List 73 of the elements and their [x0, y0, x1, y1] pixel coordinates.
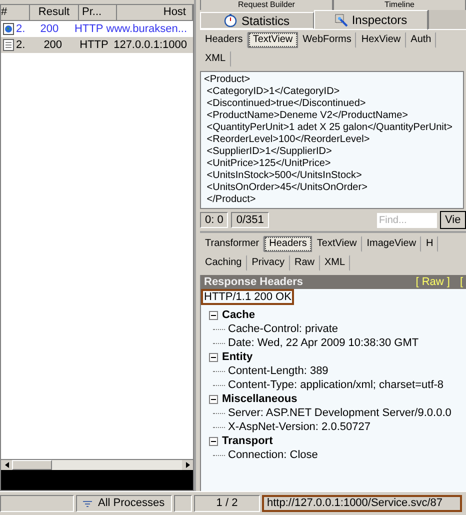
tab[interactable]: Statistics [200, 12, 314, 29]
tab[interactable]: Headers [264, 236, 312, 252]
tab[interactable]: Raw [290, 255, 320, 271]
table-cell-text: 200 [42, 38, 64, 53]
status-panel [174, 495, 192, 512]
right-arrow-icon [186, 462, 190, 468]
group-name[interactable]: Transport [222, 432, 273, 450]
xml-line: <UnitsOnOrder>45</UnitsOnOrder> [206, 182, 368, 194]
xml-line: <UnitsInStock>500</UnitsInStock> [206, 170, 363, 182]
xml-line: <Discontinued>true</Discontinued> [206, 98, 367, 110]
tab[interactable]: ImageView [362, 236, 422, 252]
collapse-icon[interactable] [209, 436, 218, 446]
collapse-icon[interactable] [209, 310, 218, 320]
xml-line: <CategoryID>1</CategoryID> [206, 86, 341, 98]
tab[interactable]: Caching [200, 255, 247, 271]
table-cell-text: 127.0.0.1:1000 [114, 38, 188, 53]
xml-line: <SupplierID>1</SupplierID> [206, 146, 333, 158]
xml-line: <QuantityPerUnit>1 adet X 25 galon</QuantityPerUnit> [206, 122, 454, 134]
table-cell-text: HTTP [73, 22, 104, 37]
tab[interactable]: XML [200, 51, 231, 67]
find-field[interactable]: Find... [377, 212, 437, 228]
header-entry: Server: ASP.NET Development Server/9.0.0.0 [228, 406, 452, 421]
table-cell-text: 2. [16, 38, 26, 53]
header-entry: X-AspNet-Version: 2.0.50727 [228, 420, 370, 435]
group-name[interactable]: Miscellaneous [222, 390, 298, 408]
left-arrow-icon [4, 462, 8, 468]
table-cell-text: www.buraksen... [106, 22, 188, 37]
filter-icon [83, 500, 92, 506]
header-entry: Connection: Close [228, 448, 318, 463]
collapse-icon[interactable] [209, 394, 218, 404]
view-button[interactable]: Vie [440, 211, 466, 229]
header-entry: Cache-Control: private [228, 322, 338, 337]
session-row[interactable]: 2. 200 HTTP 127.0.0.1:1000 [1, 37, 193, 53]
process-filter[interactable]: All Processes [76, 495, 172, 512]
raw-link[interactable]: [ [460, 274, 463, 290]
magic-wand-icon [334, 14, 348, 26]
header-entry: Content-Type: application/xml; charset=utf-8 [228, 378, 444, 393]
column-header[interactable]: Result [30, 5, 79, 20]
group-name[interactable]: Cache [222, 306, 256, 324]
table-cell-text: 2. [16, 22, 26, 37]
column-header[interactable]: # [1, 5, 30, 20]
raw-link[interactable]: [ Raw ] [416, 274, 450, 290]
tab[interactable]: TextView [248, 32, 298, 48]
tab[interactable]: WebForms [298, 32, 356, 48]
document-icon [3, 39, 14, 51]
tab[interactable]: TextView [312, 236, 362, 252]
tab[interactable]: HexView [356, 32, 406, 48]
tab[interactable]: Privacy [246, 255, 290, 271]
horizontal-scrollbar[interactable] [1, 459, 193, 470]
tab[interactable]: Inspectors [314, 10, 428, 30]
column-header[interactable]: Pr... [79, 5, 117, 20]
tab[interactable]: Auth [406, 32, 436, 48]
stopwatch-icon [224, 14, 238, 27]
xml-line: <Product> [204, 74, 252, 86]
xml-line: <ProductName>Deneme V2</ProductName> [206, 110, 409, 122]
url-display: http://127.0.0.1:1000/Service.svc/87 [262, 495, 462, 512]
header-entry: Date: Wed, 22 Apr 2009 10:38:30 GMT [228, 336, 419, 351]
xml-line: </Product> [206, 194, 257, 206]
table-cell-text: HTTP [78, 38, 110, 53]
section-title: Response Headers [204, 274, 304, 290]
table-cell-text: 200 [39, 22, 60, 37]
xml-line: <ReorderLevel>100</ReorderLevel> [206, 134, 371, 146]
header-entry: Content-Length: 389 [228, 364, 328, 379]
tab[interactable]: XML [320, 255, 350, 271]
group-name[interactable]: Entity [222, 348, 253, 366]
tab[interactable]: H [421, 236, 438, 252]
session-count: 1 / 2 [194, 495, 260, 512]
globe-icon [3, 23, 14, 35]
collapse-icon[interactable] [209, 352, 218, 362]
cursor-position: 0: 0 [200, 212, 228, 228]
xml-line: <UnitPrice>125</UnitPrice> [206, 158, 332, 170]
character-count: 0/351 [231, 212, 269, 228]
column-header[interactable]: Host [117, 5, 193, 20]
